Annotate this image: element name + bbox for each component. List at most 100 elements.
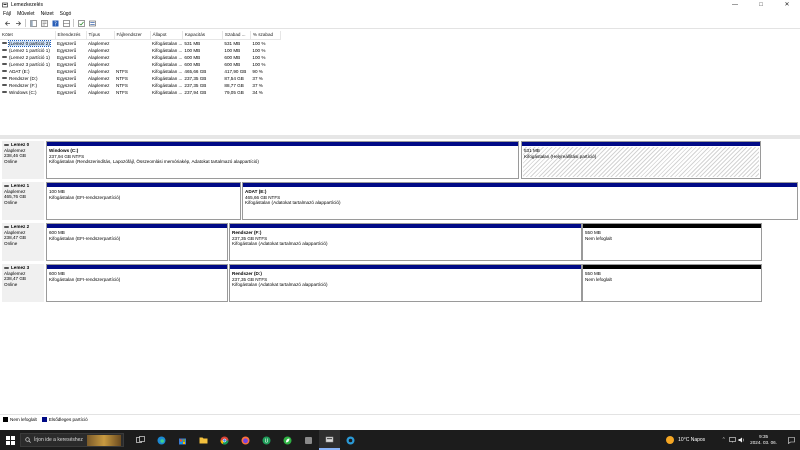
menu-action[interactable]: Művelet xyxy=(17,11,35,17)
taskbar-firefox[interactable] xyxy=(235,430,256,450)
partition-block[interactable]: Rendszer (D:) 237,35 GB NTFS Kifogástalan … xyxy=(229,264,582,302)
legend-swatch-unallocated xyxy=(3,416,8,422)
help-button[interactable]: ? xyxy=(51,19,59,27)
volume-row[interactable]: (Lemez 0 partíció 2) Egyszerű Alaplemez Kif… xyxy=(0,39,280,47)
volume-icon[interactable] xyxy=(737,436,746,445)
column-header-capacity[interactable]: Kapacitás xyxy=(182,31,223,40)
properties-button[interactable] xyxy=(40,19,48,27)
partition-status: Kifogástalan (Adatokat tartalmazó alappa… xyxy=(232,241,328,246)
taskbar-clock[interactable]: 9:35 2024. 03. 06. xyxy=(750,434,777,446)
forward-button[interactable] xyxy=(14,19,22,27)
network-icon[interactable] xyxy=(728,436,737,445)
show-hide-console-tree-button[interactable] xyxy=(29,19,37,27)
type-cell: Alaplemez xyxy=(88,82,110,88)
edge-icon xyxy=(157,436,166,444)
percent-free-cell: 37 % xyxy=(252,75,263,81)
column-header-free-space[interactable]: Szabad ... xyxy=(222,31,251,40)
column-header-type[interactable]: Típus xyxy=(86,31,115,40)
partition-size: 237,35 GB NTFS xyxy=(232,276,268,282)
partition-block[interactable]: ADAT (E:) 465,66 GB NTFS Kifogástalan (Ada… xyxy=(242,182,798,220)
partition-status: Kifogástalan (Adatokat tartalmazó alappa… xyxy=(232,282,328,287)
volume-name-cell: Rendszer (F:) xyxy=(0,82,55,89)
minimize-button[interactable]: — xyxy=(722,0,748,9)
partition-block[interactable]: 100 MB Kifogástalan (EFI-rendszerpartíció… xyxy=(46,182,241,220)
layout-cell: Egyszerű xyxy=(57,61,77,67)
taskbar-file-explorer[interactable] xyxy=(193,430,214,450)
view-toggle-button[interactable] xyxy=(62,19,70,27)
task-view-button[interactable] xyxy=(130,430,151,450)
menu-view[interactable]: Nézet xyxy=(41,11,54,17)
volume-row[interactable]: ADAT (E:) Egyszerű Alaplemez NTFS Kifogástal… xyxy=(0,68,280,75)
free-space-cell: 600 MB xyxy=(224,61,241,67)
volume-row[interactable]: Windows (C:) Egyszerű Alaplemez NTFS Kifogás… xyxy=(0,89,280,96)
taskbar-app-green-u[interactable]: U xyxy=(256,430,277,450)
partition-block[interactable]: 531 MB Kifogástalan (Helyreállítási partí… xyxy=(521,141,761,179)
disk-label[interactable]: Lemez 0 Alaplemez 238,46 GB Online xyxy=(2,141,44,179)
taskbar-app-gray[interactable] xyxy=(298,430,319,450)
back-button[interactable] xyxy=(3,19,11,27)
disk-label[interactable]: Lemez 1 Alaplemez 465,76 GB Online xyxy=(2,182,44,220)
close-button[interactable]: ✕ xyxy=(774,0,800,9)
toolbar-separator xyxy=(73,19,74,27)
weather-widget[interactable]: 10°C Napos xyxy=(666,436,705,444)
show-hidden-icons-chevron-icon[interactable]: ⌃ xyxy=(719,436,728,445)
layout-cell: Egyszerű xyxy=(57,89,77,95)
column-header-status[interactable]: Állapot xyxy=(150,31,183,40)
green-leaf-icon xyxy=(283,436,292,444)
menu-file[interactable]: Fájl xyxy=(3,11,11,17)
free-space-cell: 88,77 GB xyxy=(224,82,244,88)
refresh-button[interactable] xyxy=(77,19,85,27)
unallocated-space[interactable]: 550 MB Nem lefoglalt xyxy=(582,223,762,261)
start-button[interactable] xyxy=(0,430,20,450)
partition-status: Kifogástalan (Adatokat tartalmazó alappa… xyxy=(245,200,341,205)
filesystem-cell: NTFS xyxy=(116,89,128,95)
column-header-volume[interactable]: Kötet xyxy=(0,31,56,40)
column-header-filesystem[interactable]: Fájlrendszer xyxy=(114,31,151,40)
volume-row[interactable]: (Lemez 3 partíció 1) Egyszerű Alaplemez Kif… xyxy=(0,61,280,68)
volume-icon xyxy=(2,63,7,65)
partition-block[interactable]: Windows (C:) 237,94 GB NTFS Kifogástalan (… xyxy=(46,141,519,179)
disk-label[interactable]: Lemez 3 Alaplemez 238,47 GB Online xyxy=(2,264,44,302)
volume-icon xyxy=(2,56,7,58)
volume-row[interactable]: (Lemez 1 partíció 1) Egyszerű Alaplemez Kif… xyxy=(0,47,280,54)
menu-help[interactable]: Súgó xyxy=(60,11,72,17)
taskbar-search-box[interactable]: Írjon ide a kereséshez xyxy=(20,433,124,447)
clock-date: 2024. 03. 06. xyxy=(750,440,777,445)
partition-status: Kifogástalan (Rendszerindítás, Lapozófáj… xyxy=(49,159,259,164)
unallocated-space[interactable]: 550 MB Nem lefoglalt xyxy=(582,264,762,302)
speaker-icon xyxy=(738,437,744,443)
partition-block[interactable]: 600 MB Kifogástalan (EFI-rendszerpartíció… xyxy=(46,223,228,261)
disk-icon xyxy=(4,266,9,269)
partition-text: 550 MB Nem lefoglalt xyxy=(585,230,612,241)
taskbar-edge[interactable] xyxy=(151,430,172,450)
volume-row[interactable]: (Lemez 2 partíció 1) Egyszerű Alaplemez Kif… xyxy=(0,54,280,61)
capacity-cell: 600 MB xyxy=(184,54,201,60)
disk-list-button[interactable] xyxy=(88,19,96,27)
volume-row[interactable]: Rendszer (F:) Egyszerű Alaplemez NTFS Kifogá… xyxy=(0,82,280,89)
column-header-layout[interactable]: Elrendezés xyxy=(55,31,87,40)
volume-list-pane: Kötet Elrendezés Típus Fájlrendszer Álla… xyxy=(0,31,800,135)
volume-name: Rendszer (F:) xyxy=(9,82,38,88)
taskbar-edge-beta[interactable] xyxy=(340,430,361,450)
taskbar-app-green-leaf[interactable] xyxy=(277,430,298,450)
column-header-percent-free[interactable]: % szabad xyxy=(250,31,281,40)
notification-icon[interactable] xyxy=(787,436,796,445)
filesystem-cell xyxy=(114,39,150,47)
status-cell: Kifogástalan ... xyxy=(152,82,183,88)
status-cell: Kifogástalan ... xyxy=(152,47,183,53)
partition-text: 600 MB Kifogástalan (EFI-rendszerpartíció… xyxy=(49,271,120,282)
layout-cell: Egyszerű xyxy=(57,47,77,53)
partition-size: 600 MB xyxy=(49,271,65,276)
partition-block[interactable]: Rendszer (F:) 237,35 GB NTFS Kifogástalan … xyxy=(229,223,582,261)
partition-block[interactable]: 600 MB Kifogástalan (EFI-rendszerpartíció… xyxy=(46,264,228,302)
chat-bubble-icon xyxy=(788,436,795,444)
disk-label[interactable]: Lemez 2 Alaplemez 238,47 GB Online xyxy=(2,223,44,261)
capacity-cell: 465,66 GB xyxy=(184,68,207,74)
maximize-button[interactable]: □ xyxy=(748,0,774,9)
partition-status: Kifogástalan (Helyreállítási partíció) xyxy=(524,153,597,159)
type-cell: Alaplemez xyxy=(88,40,110,46)
taskbar-store[interactable] xyxy=(172,430,193,450)
taskbar-chrome[interactable] xyxy=(214,430,235,450)
taskbar-disk-management[interactable] xyxy=(319,430,340,450)
volume-row[interactable]: Rendszer (D:) Egyszerű Alaplemez NTFS Kifogá… xyxy=(0,75,280,82)
